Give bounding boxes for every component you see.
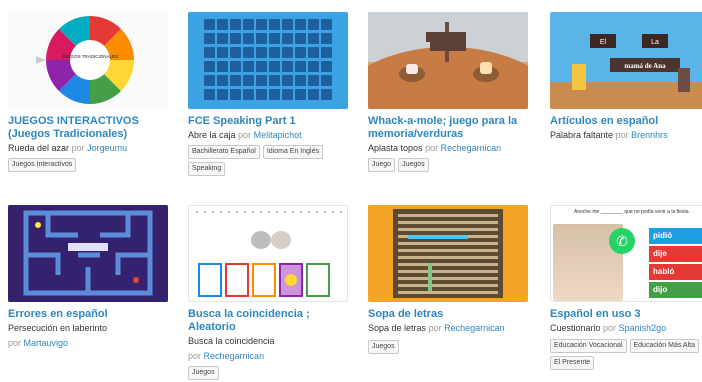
activity-template: Abre la caja — [188, 130, 236, 140]
tag[interactable]: Educación Más Alta — [629, 339, 699, 353]
activity-meta: Sopa de letras por Rechegarnican — [368, 323, 528, 334]
author-link[interactable]: Melitapichot — [254, 130, 302, 140]
tag-list: Bachillerato Español Idioma En Inglés Sp… — [188, 145, 348, 176]
author-link[interactable]: Rechegarnican — [441, 143, 502, 153]
tag-list: Juego Juegos — [368, 158, 528, 172]
tag-list: Juegos — [368, 340, 528, 354]
thumb-word: mamá de Ana — [624, 62, 666, 70]
activity-title[interactable]: Errores en español — [8, 308, 168, 321]
activity-template: Persecución en laberinto — [8, 323, 108, 333]
activity-thumbnail-wheel[interactable]: JUEGOS TRADICIONALES — [8, 12, 168, 109]
activity-title[interactable]: FCE Speaking Part 1 — [188, 115, 348, 128]
quiz-option[interactable]: habló — [649, 264, 702, 280]
tag[interactable]: Speaking — [188, 162, 226, 176]
author-link[interactable]: Rechegarnican — [444, 323, 505, 333]
activity-meta: por Martauvigo — [8, 338, 168, 349]
thumb-word: El — [600, 39, 607, 46]
by-label: por — [425, 143, 439, 153]
tag[interactable]: Juegos — [188, 366, 219, 380]
quiz-option[interactable]: dijo — [649, 282, 702, 298]
tag-list: Educación Vocacional Educación Más Alta … — [550, 339, 702, 370]
tag[interactable]: Idioma En Inglés — [262, 145, 323, 159]
activity-meta: Abre la caja por Melitapichot — [188, 130, 348, 141]
activity-card[interactable]: JUEGOS TRADICIONALES JUEGOS INTERACTIVOS… — [8, 12, 168, 172]
author-link[interactable]: Jorgeumu — [87, 143, 127, 153]
activity-thumbnail-whack-a-mole[interactable] — [368, 12, 528, 109]
activity-card[interactable]: El La mamá de Ana Artículos en español P… — [550, 12, 702, 141]
phone-icon: ✆ — [609, 228, 635, 254]
activity-card[interactable]: FCE Speaking Part 1 Abre la caja por Mel… — [188, 12, 348, 176]
tag[interactable]: Juegos Interactivos — [8, 158, 77, 172]
activity-grid: JUEGOS TRADICIONALES JUEGOS INTERACTIVOS… — [0, 0, 702, 382]
quiz-option[interactable]: pidió — [649, 228, 702, 244]
tag[interactable]: Bachillerato Español — [188, 145, 260, 159]
quiz-question-text: Anoche me ________ que no podía venir a … — [574, 209, 690, 215]
by-label: por — [8, 338, 22, 348]
activity-title[interactable]: Sopa de letras — [368, 308, 528, 321]
activity-thumbnail-maze[interactable] — [8, 205, 168, 302]
tag-list: Juegos Interactivos — [8, 158, 168, 172]
tag[interactable]: Juegos — [398, 158, 429, 172]
activity-card[interactable]: Anoche me ________ que no podía venir a … — [550, 205, 702, 370]
activity-title[interactable]: JUEGOS INTERACTIVOS (Juegos Tradicionale… — [8, 115, 168, 141]
activity-template: Cuestionario — [550, 323, 601, 333]
by-label: por — [188, 351, 202, 361]
author-link[interactable]: Rechegarnican — [204, 351, 265, 361]
activity-meta: Cuestionario por Spanish2go — [550, 323, 702, 334]
by-label: por — [238, 130, 252, 140]
activity-thumbnail-western[interactable]: El La mamá de Ana — [550, 12, 702, 109]
tag[interactable]: Educación Vocacional — [550, 339, 627, 353]
activity-template: Busca la coincidencia — [188, 336, 275, 346]
wheel-center-text: JUEGOS TRADICIONALES — [62, 54, 118, 59]
activity-title[interactable]: Whack-a-mole; juego para la memoria/verd… — [368, 115, 528, 141]
activity-card[interactable]: Errores en español Persecución en laberi… — [8, 205, 168, 349]
activity-meta: Persecución en laberinto — [8, 323, 168, 334]
activity-thumbnail-quiz[interactable]: Anoche me ________ que no podía venir a … — [550, 205, 702, 302]
by-label: por — [615, 130, 629, 140]
activity-thumbnail-boxes[interactable] — [188, 12, 348, 109]
activity-title[interactable]: Español en uso 3 — [550, 308, 702, 321]
activity-card[interactable]: Sopa de letras Sopa de letras por Recheg… — [368, 205, 528, 354]
activity-thumbnail-word-search[interactable] — [368, 205, 528, 302]
tag[interactable]: Juego — [368, 158, 396, 172]
activity-card[interactable]: Whack-a-mole; juego para la memoria/verd… — [368, 12, 528, 172]
activity-title[interactable]: Busca la coincidencia ; Aleatorio — [188, 308, 348, 334]
tag[interactable]: El Presente — [550, 356, 595, 370]
activity-template: Rueda del azar — [8, 143, 70, 153]
activity-meta: Busca la coincidencia — [188, 336, 348, 347]
activity-title[interactable]: Artículos en español — [550, 115, 702, 128]
tag[interactable]: Juegos — [368, 340, 399, 354]
activity-meta: por Rechegarnican — [188, 351, 348, 362]
activity-meta: Rueda del azar por Jorgeumu — [8, 143, 168, 154]
activity-meta: Aplasta topos por Rechegarnican — [368, 143, 528, 154]
author-link[interactable]: Spanish2go — [619, 323, 667, 333]
activity-template: Palabra faltante — [550, 130, 614, 140]
by-label: por — [603, 323, 617, 333]
activity-thumbnail-match[interactable] — [188, 205, 348, 302]
activity-template: Sopa de letras — [368, 323, 427, 333]
quiz-option[interactable]: dije — [649, 246, 702, 262]
thumb-word: La — [651, 39, 659, 46]
author-link[interactable]: Brennhrs — [631, 130, 668, 140]
activity-meta: Palabra faltante por Brennhrs — [550, 130, 702, 141]
tag-list: Juegos — [188, 366, 348, 380]
by-label: por — [71, 143, 85, 153]
author-link[interactable]: Martauvigo — [24, 338, 69, 348]
activity-card[interactable]: Busca la coincidencia ; Aleatorio Busca … — [188, 205, 348, 380]
activity-template: Aplasta topos — [368, 143, 423, 153]
by-label: por — [428, 323, 442, 333]
